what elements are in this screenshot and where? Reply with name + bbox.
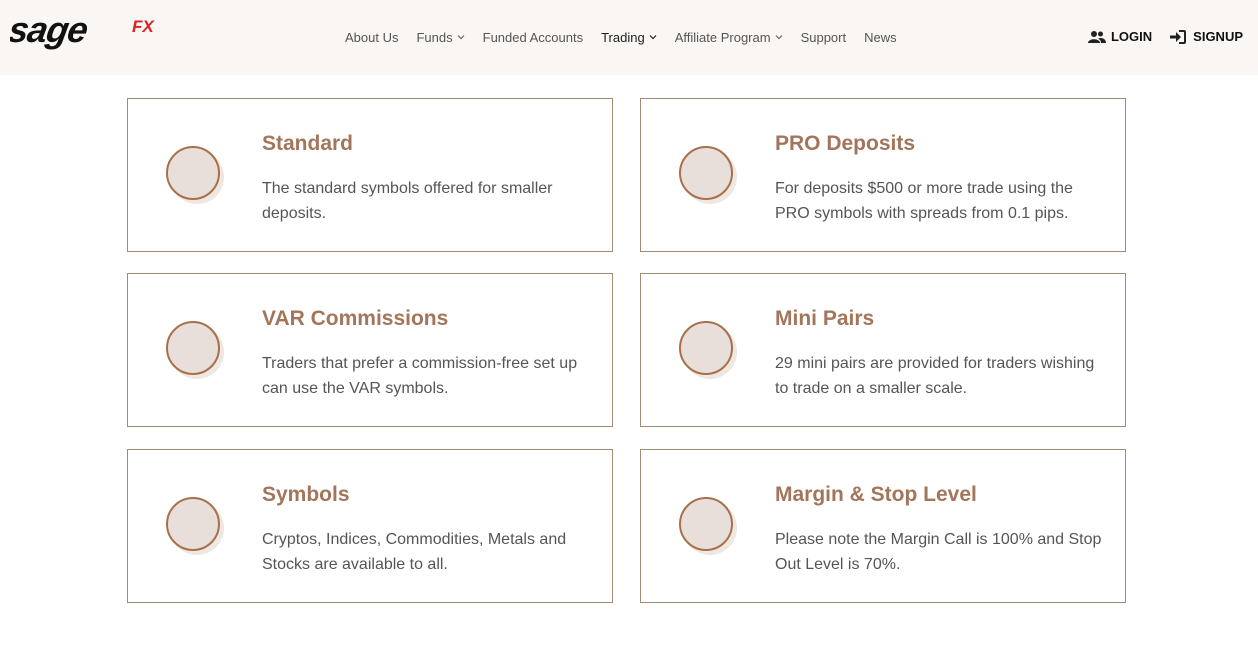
card-description: For deposits $500 or more trade using th… [775, 180, 1073, 222]
nav-item-trading[interactable]: Trading [601, 28, 657, 46]
feature-card: Standard The standard symbols offered for… [127, 98, 613, 252]
nav-item-label: Trading [601, 29, 645, 45]
sagefx-logo[interactable]: sage FX [10, 12, 170, 56]
feature-card: Mini Pairs 29 mini pairs are provided for… [640, 273, 1126, 427]
feature-card: Symbols Cryptos, Indices, Commodities, Me… [127, 449, 613, 603]
signup-label: SIGNUP [1193, 29, 1243, 44]
card-title: Mini Pairs [775, 307, 875, 330]
nav-item-label: Support [800, 29, 847, 45]
card-description: Please note the Margin Call is 100% and … [775, 531, 1102, 573]
card-title: Symbols [262, 483, 350, 506]
nav-item-label: About Us [345, 29, 399, 45]
circle-icon [166, 146, 224, 204]
nav-item-label: Funded Accounts [482, 29, 584, 45]
nav-item-funded-accounts[interactable]: Funded Accounts [483, 28, 583, 46]
auth-links: LOGIN SIGNUP [1070, 29, 1243, 44]
site-header: sage FX About Us Funds Funded Accounts Trad… [0, 0, 1258, 75]
login-label: LOGIN [1110, 29, 1153, 44]
nav-item-funds[interactable]: Funds [416, 28, 465, 46]
nav-item-about-us[interactable]: About Us [345, 28, 398, 46]
nav-item-affiliate-program[interactable]: Affiliate Program [675, 28, 783, 46]
card-description: Traders that prefer a commission-free se… [262, 355, 578, 397]
circle-icon [679, 497, 737, 555]
chevron-down-icon [649, 33, 657, 41]
card-title: Margin & Stop Level [775, 483, 977, 506]
card-description: 29 mini pairs are provided for traders w… [775, 355, 1095, 397]
chevron-down-icon [457, 33, 465, 41]
feature-card: Margin & Stop Level Please note the Margi… [640, 449, 1126, 603]
nav-item-news[interactable]: News [864, 28, 897, 46]
feature-card: PRO Deposits For deposits $500 or more tr… [640, 98, 1126, 252]
circle-icon [166, 321, 224, 379]
card-title: Standard [262, 132, 354, 155]
sign-in-icon [1170, 29, 1188, 44]
card-title: VAR Commissions [262, 307, 449, 330]
circle-icon [166, 497, 224, 555]
users-icon [1087, 30, 1106, 44]
circle-icon [679, 146, 737, 204]
card-description: The standard symbols offered for smaller… [262, 180, 553, 222]
nav-item-label: Funds [416, 29, 453, 45]
card-description: Cryptos, Indices, Commodities, Metals an… [262, 531, 567, 573]
login-link[interactable]: LOGIN [1087, 29, 1153, 44]
nav-item-label: News [864, 29, 897, 45]
card-title: PRO Deposits [775, 132, 916, 155]
svg-text:sage: sage [10, 12, 91, 50]
nav-item-label: Affiliate Program [674, 29, 771, 45]
circle-icon [679, 321, 737, 379]
main-nav: About Us Funds Funded Accounts Trading Affil… [345, 28, 915, 46]
feature-card: VAR Commissions Traders that prefer a com… [127, 273, 613, 427]
svg-text:FX: FX [132, 17, 155, 36]
chevron-down-icon [775, 33, 783, 41]
signup-link[interactable]: SIGNUP [1170, 29, 1243, 44]
nav-item-support[interactable]: Support [801, 28, 847, 46]
